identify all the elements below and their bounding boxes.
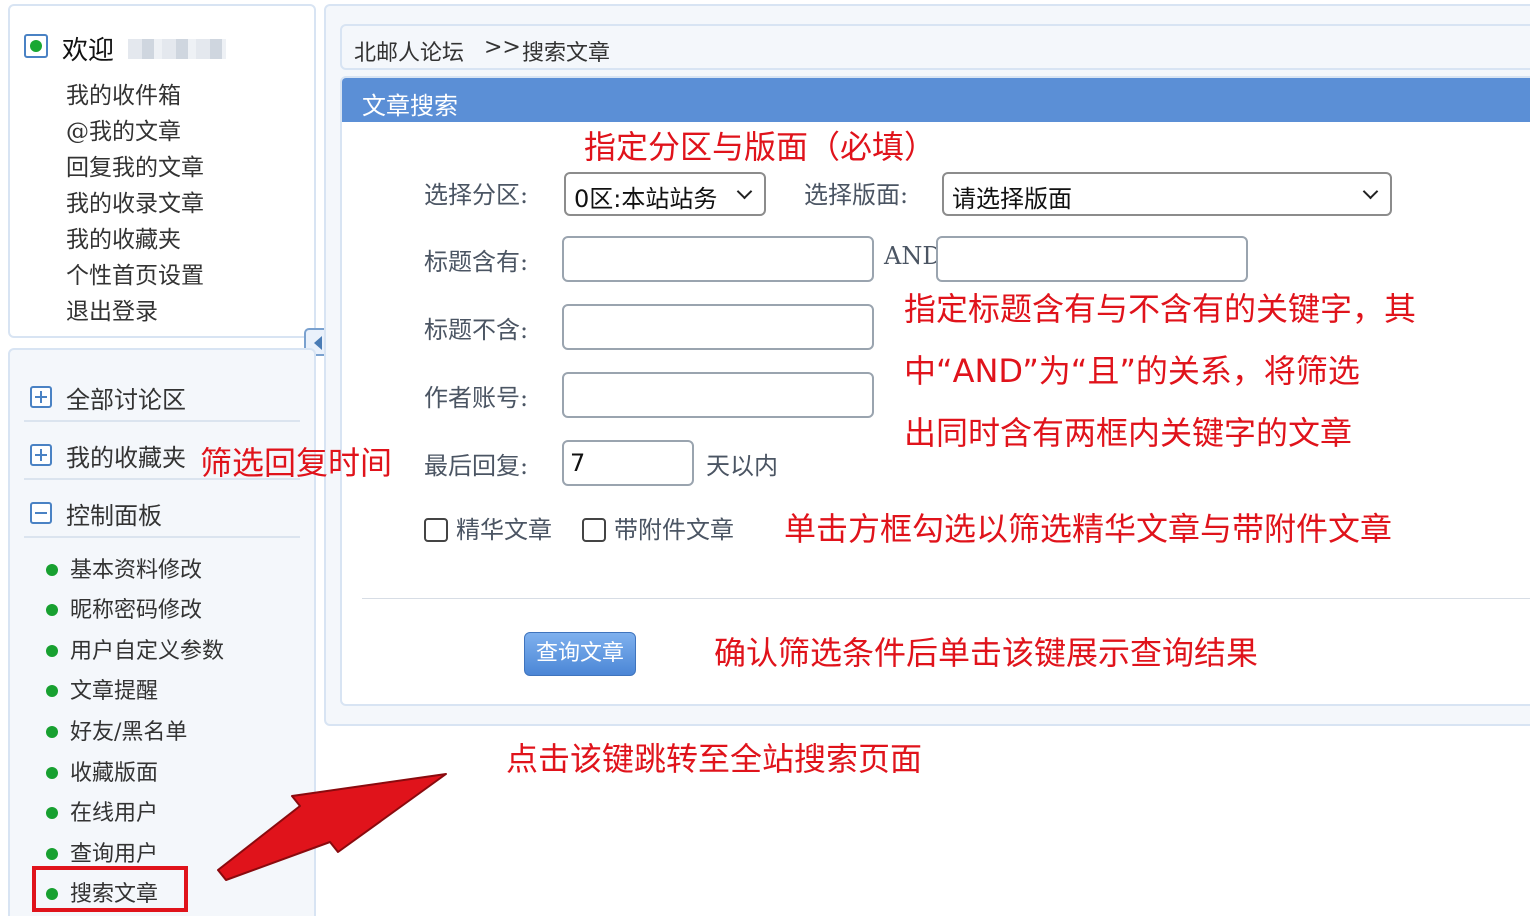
pointer-arrow-icon — [217, 773, 447, 881]
attachment-label: 带附件文章 — [614, 516, 734, 544]
author-label: 作者账号: — [424, 384, 529, 412]
link-replies[interactable]: 回复我的文章 — [66, 148, 204, 182]
zone-select-value: 0区:本站站务 — [574, 185, 718, 213]
form-title: 文章搜索 — [362, 92, 458, 120]
annotation-reply-time: 筛选回复时间 — [200, 444, 393, 482]
bullet-icon — [46, 807, 58, 819]
zone-label: 选择分区: — [424, 181, 529, 209]
board-select[interactable]: 请选择版面 — [942, 172, 1392, 216]
digest-label: 精华文章 — [456, 516, 552, 544]
group-control-panel[interactable]: 控制面板 — [24, 488, 300, 538]
bullet-icon — [46, 645, 58, 657]
online-status-icon — [24, 34, 48, 58]
link-favorites[interactable]: 我的收藏夹 — [66, 220, 181, 254]
welcome-text: 欢迎 — [62, 36, 115, 66]
digest-checkbox[interactable] — [424, 518, 448, 542]
search-articles-button[interactable]: 查询文章 — [524, 632, 636, 676]
title-has-label: 标题含有: — [424, 248, 529, 276]
board-select-value: 请选择版面 — [952, 185, 1072, 213]
breadcrumb-separator: >> — [484, 35, 521, 60]
annotation-submit: 确认筛选条件后单击该键展示查询结果 — [714, 634, 1259, 672]
collapse-icon — [30, 502, 52, 524]
expand-icon — [30, 386, 52, 408]
group-label: 全部讨论区 — [66, 386, 186, 414]
link-mentions[interactable]: @我的文章 — [66, 112, 181, 146]
bullet-icon — [46, 604, 58, 616]
link-collected-articles[interactable]: 我的收录文章 — [66, 184, 204, 218]
annotation-keywords-3: 出同时含有两框内关键字的文章 — [904, 414, 1353, 452]
board-label: 选择版面: — [804, 181, 909, 209]
divider — [362, 598, 1530, 599]
last-reply-label: 最后回复: — [424, 452, 529, 480]
title-has-input[interactable] — [562, 236, 874, 282]
title-has-input-2[interactable] — [936, 236, 1248, 282]
title-not-input[interactable] — [562, 304, 874, 350]
highlight-box — [32, 866, 188, 912]
link-logout[interactable]: 退出登录 — [66, 292, 158, 326]
link-inbox[interactable]: 我的收件箱 — [66, 76, 181, 110]
bullet-icon — [46, 726, 58, 738]
bullet-icon — [46, 848, 58, 860]
expand-icon — [30, 444, 52, 466]
username-redacted — [128, 39, 226, 59]
chevron-down-icon — [1362, 183, 1379, 200]
breadcrumb-home[interactable]: 北邮人论坛 — [354, 35, 464, 67]
bullet-icon — [46, 767, 58, 779]
annotation-keywords-1: 指定标题含有与不含有的关键字，其 — [904, 290, 1417, 328]
group-label: 控制面板 — [66, 502, 162, 530]
attachment-checkbox[interactable] — [582, 518, 606, 542]
form-header: 文章搜索 — [342, 78, 1530, 122]
bullet-icon — [46, 564, 58, 576]
breadcrumb-current: 搜索文章 — [522, 41, 611, 66]
days-suffix: 天以内 — [706, 452, 778, 480]
annotation-zone-board: 指定分区与版面（必填） — [584, 128, 937, 166]
group-label: 我的收藏夹 — [66, 444, 186, 472]
annotation-checkbox: 单击方框勾选以筛选精华文章与带附件文章 — [784, 510, 1393, 548]
zone-select[interactable]: 0区:本站站务 — [564, 172, 766, 216]
link-homepage-settings[interactable]: 个性首页设置 — [66, 256, 204, 290]
breadcrumb: 北邮人论坛 >> 搜索文章 — [340, 24, 1530, 70]
chevron-down-icon — [736, 183, 753, 200]
title-not-label: 标题不含: — [424, 316, 529, 344]
author-input[interactable] — [562, 372, 874, 418]
annotation-sidebar-link: 点击该键跳转至全站搜索页面 — [506, 740, 923, 778]
group-all-boards[interactable]: 全部讨论区 — [24, 372, 300, 422]
and-label: AND — [884, 242, 942, 270]
bullet-icon — [46, 685, 58, 697]
annotation-keywords-2: 中“AND”为“且”的关系，将筛选 — [904, 352, 1360, 390]
user-panel: 欢迎 我的收件箱 @我的文章 回复我的文章 我的收录文章 我的收藏夹 个性首页设… — [8, 4, 316, 338]
last-reply-days-input[interactable] — [562, 440, 694, 486]
